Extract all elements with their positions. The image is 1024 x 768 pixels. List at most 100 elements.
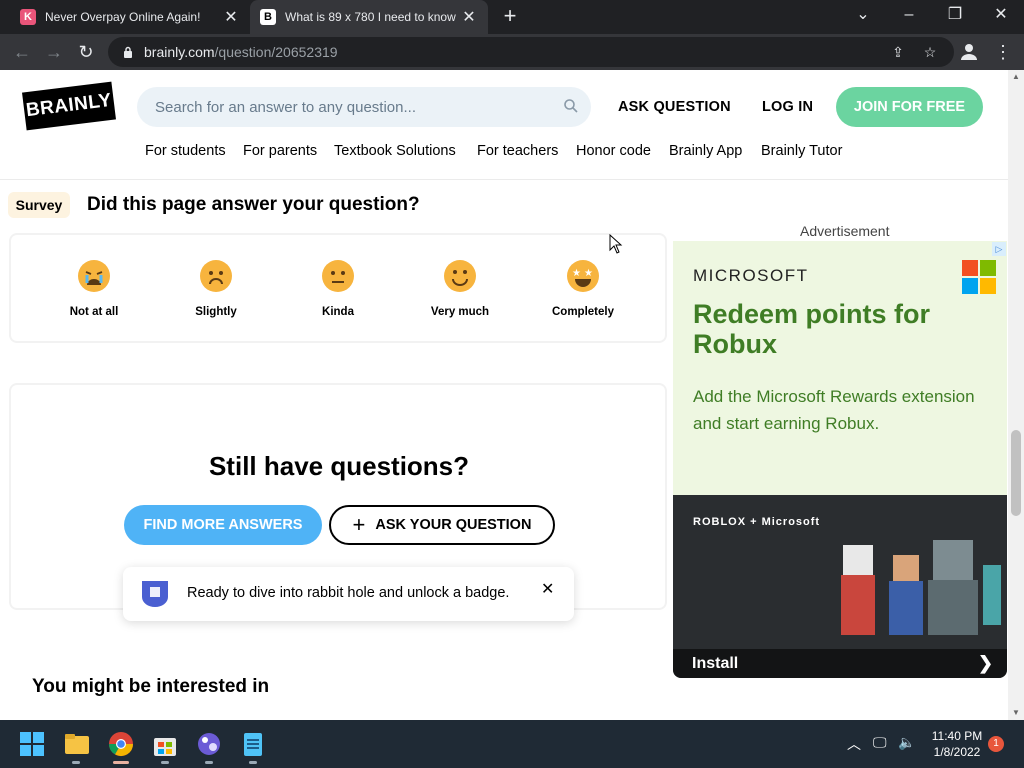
smiling-face-icon (444, 260, 476, 292)
tab-search-chevron-icon[interactable]: ⌄ (840, 0, 886, 34)
ad-headline: Redeem points for Robux (693, 299, 931, 359)
close-icon[interactable]: ✕ (222, 7, 240, 27)
profile-icon[interactable] (957, 40, 981, 64)
nav-textbook-solutions[interactable]: Textbook Solutions (334, 143, 456, 159)
ask-your-question-label: ASK YOUR QUESTION (375, 517, 532, 533)
page-scrollbar[interactable]: ▲ ▼ (1008, 70, 1024, 720)
scroll-down-icon[interactable]: ▼ (1008, 706, 1024, 720)
back-arrow-icon[interactable]: ← (10, 40, 34, 64)
windows-start-icon[interactable] (18, 730, 46, 758)
adchoices-icon[interactable]: ▷ (992, 242, 1006, 256)
app-indicator (205, 761, 213, 764)
volume-icon[interactable]: 🔈 (898, 734, 915, 751)
windows-taskbar: ︿ 🖵 🔈 11:40 PM 1/8/2022 1 (0, 720, 1024, 768)
chrome-icon[interactable] (107, 730, 135, 758)
taskbar-clock[interactable]: 11:40 PM 1/8/2022 (922, 728, 992, 760)
ask-question-link[interactable]: ASK QUESTION (618, 99, 731, 115)
survey-question: Did this page answer your question? (87, 194, 420, 215)
url-path: /question/20652319 (214, 44, 338, 60)
survey-option-label: Not at all (69, 306, 119, 318)
brainly-logo[interactable]: BRAINLY (22, 81, 116, 131)
nav-for-parents[interactable]: For parents (243, 143, 317, 159)
microsoft-logo-icon (962, 260, 996, 294)
log-in-link[interactable]: LOG IN (762, 99, 813, 115)
nav-brainly-app[interactable]: Brainly App (669, 143, 742, 159)
app-indicator-active (113, 761, 129, 764)
survey-card: Not at all Slightly Kinda Very much ★ ★ C… (9, 233, 667, 343)
microsoft-ad[interactable]: ▷ MICROSOFT Redeem points for Robux Add … (673, 241, 1007, 678)
app-indicator (249, 761, 257, 764)
roblox-characters-illustration (841, 540, 1001, 635)
top-nav: For students For parents Textbook Soluti… (0, 143, 1008, 161)
survey-option-very-much[interactable]: Very much (410, 259, 510, 318)
neutral-face-icon (322, 260, 354, 292)
tab-brainly-question[interactable]: B What is 89 x 780 I need to know ✕ (250, 0, 488, 34)
app-indicator (72, 761, 80, 764)
star-struck-face-icon: ★ ★ (567, 260, 599, 292)
media-player-icon[interactable] (195, 730, 223, 758)
browser-toolbar: ← → ↻ brainly.com/question/20652319 ⇪ ☆ … (0, 34, 1024, 70)
ad-image-text: ROBLOX + Microsoft (693, 516, 821, 528)
nav-honor-code[interactable]: Honor code (576, 143, 651, 159)
app-indicator (161, 761, 169, 764)
search-input[interactable]: Search for an answer to any question... (137, 87, 591, 127)
tray-chevron-icon[interactable]: ︿ (847, 734, 861, 754)
tab-title: What is 89 x 780 I need to know (285, 10, 456, 24)
microsoft-store-icon[interactable] (151, 730, 179, 758)
close-icon[interactable]: ✕ (541, 579, 554, 599)
survey-option-completely[interactable]: ★ ★ Completely (533, 259, 633, 318)
install-label: Install (692, 655, 739, 672)
file-explorer-icon[interactable] (63, 730, 91, 758)
menu-kebab-icon[interactable]: ⋮ (993, 40, 1013, 64)
ad-body: Add the Microsoft Rewards extension and … (693, 387, 975, 433)
survey-option-kinda[interactable]: Kinda (288, 259, 388, 318)
notification-badge[interactable]: 1 (988, 736, 1004, 752)
forward-arrow-icon[interactable]: → (42, 40, 66, 64)
minimize-icon[interactable]: – (886, 0, 932, 34)
search-placeholder: Search for an answer to any question... (155, 98, 416, 116)
tab-favicon: B (260, 9, 276, 25)
join-for-free-button[interactable]: JOIN FOR FREE (836, 87, 983, 127)
clock-date: 1/8/2022 (933, 745, 981, 759)
tab-never-overpay[interactable]: K Never Overpay Online Again! ✕ (10, 0, 250, 34)
survey-option-label: Completely (552, 306, 614, 318)
restore-icon[interactable]: ❐ (932, 0, 978, 34)
nav-for-teachers[interactable]: For teachers (477, 143, 558, 159)
nav-for-students[interactable]: For students (145, 143, 226, 159)
window-close-icon[interactable]: ✕ (978, 0, 1024, 34)
plus-icon: + (352, 512, 366, 537)
crying-face-icon (78, 260, 110, 292)
badge-shield-icon (142, 581, 168, 607)
reload-icon[interactable]: ↻ (74, 40, 98, 64)
nav-brainly-tutor[interactable]: Brainly Tutor (761, 143, 842, 159)
badge-toast: Ready to dive into rabbit hole and unloc… (123, 567, 574, 621)
lock-icon (124, 46, 132, 58)
network-icon[interactable]: 🖵 (873, 734, 887, 751)
scroll-up-icon[interactable]: ▲ (1008, 70, 1024, 84)
ask-your-question-button[interactable]: + ASK YOUR QUESTION (329, 505, 555, 545)
address-bar[interactable]: brainly.com/question/20652319 ⇪ ☆ (108, 37, 954, 67)
install-bar[interactable]: Install ❯ (673, 649, 1007, 678)
toast-message: Ready to dive into rabbit hole and unloc… (187, 585, 510, 601)
share-icon[interactable]: ⇪ (885, 37, 911, 67)
close-icon[interactable]: ✕ (460, 7, 478, 27)
ad-brand: MICROSOFT (693, 266, 809, 285)
clock-time: 11:40 PM (931, 729, 983, 743)
bookmark-star-icon[interactable]: ☆ (917, 37, 943, 67)
frowning-face-icon (200, 260, 232, 292)
survey-option-not-at-all[interactable]: Not at all (44, 259, 144, 318)
chevron-right-icon: ❯ (978, 653, 994, 673)
tab-favicon: K (20, 9, 36, 25)
find-more-answers-button[interactable]: FIND MORE ANSWERS (124, 505, 322, 545)
brainly-page: BRAINLY Search for an answer to any ques… (0, 70, 1008, 720)
search-icon[interactable] (563, 98, 579, 114)
tab-title: Never Overpay Online Again! (45, 10, 201, 24)
survey-option-label: Kinda (322, 306, 354, 318)
still-have-questions-title: Still have questions? (208, 451, 470, 481)
scrollbar-thumb[interactable] (1011, 430, 1021, 516)
survey-option-slightly[interactable]: Slightly (166, 259, 266, 318)
notepad-icon[interactable] (239, 730, 267, 758)
new-tab-plus-icon[interactable]: + (498, 5, 522, 29)
url-host: brainly.com (144, 44, 215, 60)
interested-in-heading: You might be interested in (32, 676, 270, 697)
